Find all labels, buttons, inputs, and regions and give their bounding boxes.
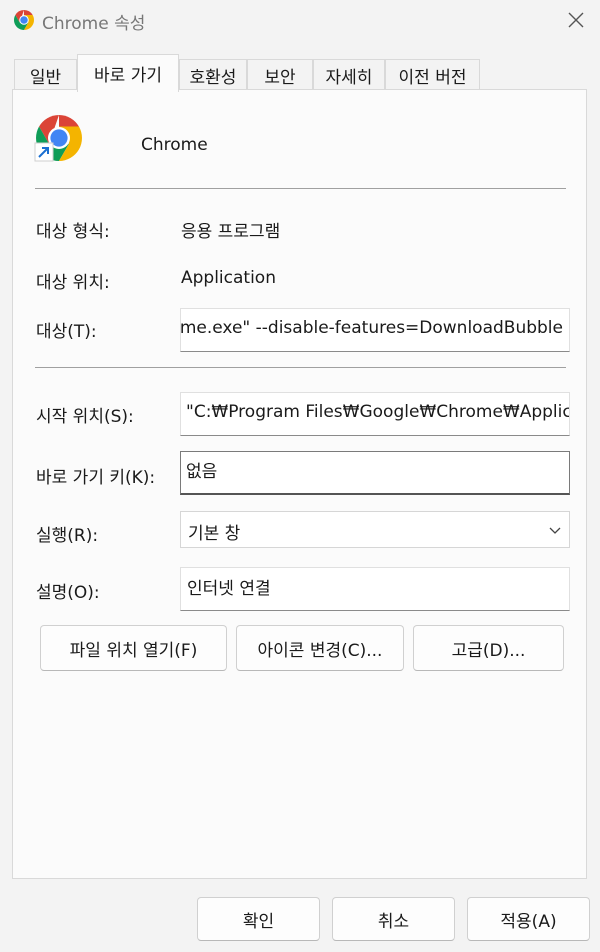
advanced-button[interactable]: 고급(D)... (413, 625, 564, 671)
close-icon (568, 12, 584, 28)
hotkey-label: 바로 가기 키(K): (36, 468, 156, 488)
comment-input-text: 인터넷 연결 (187, 579, 271, 599)
tab-details[interactable]: 자세히 (313, 59, 385, 91)
chrome-shortcut-icon (34, 113, 84, 163)
comment-input[interactable]: 인터넷 연결 (180, 567, 570, 611)
run-label: 실행(R): (36, 526, 99, 546)
tab-security[interactable]: 보안 (247, 59, 313, 91)
target-location-label: 대상 위치: (36, 273, 110, 293)
target-input-text: rome.exe" --disable-features=DownloadBub… (180, 318, 563, 338)
target-location-value: Application (181, 268, 276, 288)
tab-general[interactable]: 일반 (14, 59, 77, 91)
tab-strip: 일반 바로 가기 호환성 보안 자세히 이전 버전 (0, 54, 600, 92)
divider (35, 367, 566, 368)
chrome-icon (12, 8, 36, 32)
target-input[interactable]: rome.exe" --disable-features=DownloadBub… (180, 308, 570, 352)
start-in-input-text: "C:₩Program Files₩Google₩Chrome₩Applicat… (186, 402, 570, 422)
window-title: Chrome 속성 (42, 14, 146, 34)
start-in-label: 시작 위치(S): (36, 407, 134, 427)
shortcut-name: Chrome (141, 135, 208, 155)
cancel-button[interactable]: 취소 (332, 897, 455, 941)
divider (35, 188, 566, 189)
ok-button[interactable]: 확인 (197, 897, 320, 941)
hotkey-input-text: 없음 (186, 462, 218, 482)
target-type-value: 응용 프로그램 (181, 222, 281, 242)
change-icon-button[interactable]: 아이콘 변경(C)... (236, 625, 404, 671)
chevron-down-icon (549, 527, 561, 534)
apply-button[interactable]: 적용(A) (467, 897, 590, 941)
run-select-value: 기본 창 (188, 524, 241, 544)
comment-label: 설명(O): (36, 583, 100, 603)
title-bar: Chrome 속성 (0, 0, 600, 40)
open-file-location-button[interactable]: 파일 위치 열기(F) (40, 625, 227, 671)
target-type-label: 대상 형식: (36, 222, 110, 242)
start-in-input[interactable]: "C:₩Program Files₩Google₩Chrome₩Applicat… (180, 392, 570, 436)
run-select[interactable]: 기본 창 (180, 511, 570, 548)
tab-compatibility[interactable]: 호환성 (179, 59, 247, 91)
hotkey-input[interactable]: 없음 (180, 451, 570, 495)
tab-shortcut[interactable]: 바로 가기 (77, 54, 179, 92)
target-label: 대상(T): (36, 322, 97, 342)
close-button[interactable] (562, 6, 590, 34)
tab-previous-versions[interactable]: 이전 버전 (385, 59, 480, 91)
